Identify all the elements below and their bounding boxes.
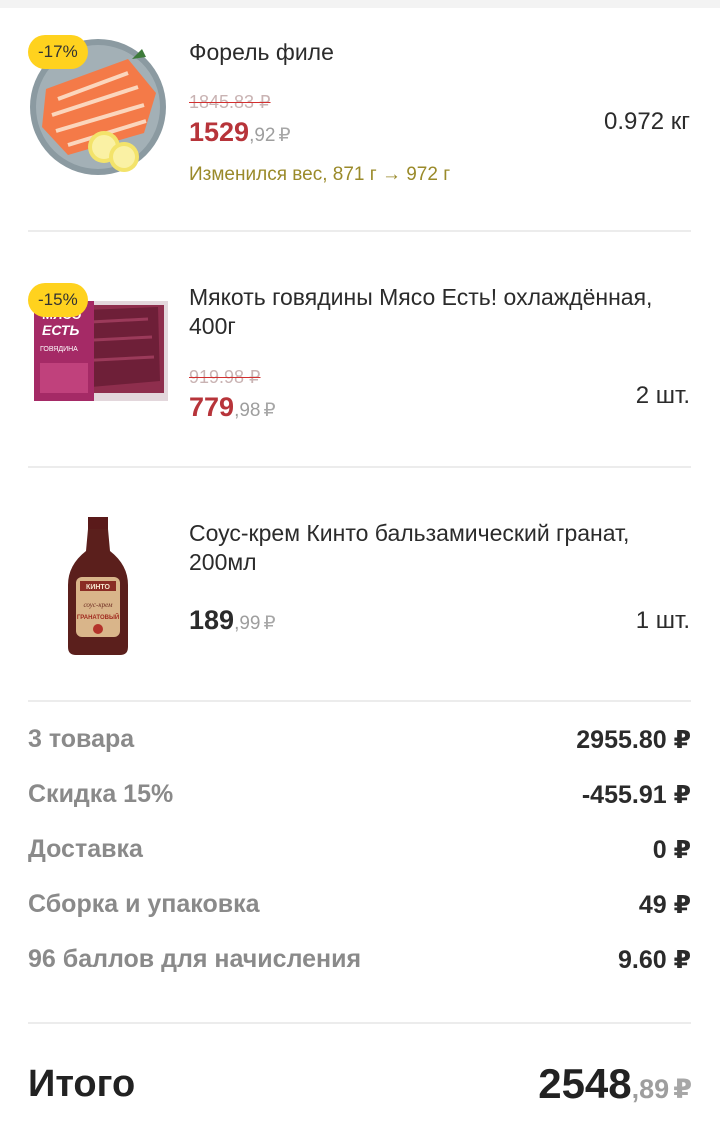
- bottle-flavor-text: ГРАНАТОВЫЙ: [77, 613, 119, 621]
- currency-sign: ₽: [263, 400, 276, 421]
- sauce-bottle-image: КИНТО соус-крем ГРАНАТОВЫЙ: [28, 515, 168, 655]
- item-title[interactable]: Соус-крем Кинто бальзамический гранат, 2…: [189, 519, 689, 577]
- summary-label: 3 товара: [28, 725, 135, 753]
- summary-bonus-points: 96 баллов для начисления 9.60 ₽: [28, 945, 691, 985]
- price-fraction: ,98: [234, 400, 261, 421]
- summary-value: 0 ₽: [652, 836, 691, 864]
- current-price: 779,98 ₽: [189, 392, 276, 423]
- total-value: 2548,89 ₽: [538, 1060, 692, 1108]
- item-title[interactable]: Мякоть говядины Мясо Есть! охлаждённая, …: [189, 283, 689, 341]
- currency-sign: ₽: [673, 1074, 692, 1104]
- cart-item-sauce[interactable]: КИНТО соус-крем ГРАНАТОВЫЙ Соус-крем Кин…: [0, 467, 720, 700]
- current-price: 189,99 ₽: [189, 605, 276, 636]
- summary-value: 9.60 ₽: [618, 946, 691, 974]
- price-fraction: ,92: [249, 125, 276, 146]
- item-quantity: 0.972 кг: [604, 108, 690, 135]
- currency-sign: ₽: [278, 125, 291, 146]
- old-price: 1845.83 ₽: [189, 92, 271, 112]
- summary-label: Доставка: [28, 835, 143, 863]
- summary-label: Сборка и упаковка: [28, 890, 260, 918]
- discount-badge: -15%: [28, 283, 88, 317]
- item-quantity: 1 шт.: [635, 607, 690, 634]
- summary-packing: Сборка и упаковка 49 ₽: [28, 890, 691, 930]
- divider: [28, 1022, 691, 1024]
- summary-value: -455.91 ₽: [581, 781, 691, 809]
- summary-items-count: 3 товара 2955.80 ₽: [28, 725, 691, 765]
- price-fraction: ,99: [234, 613, 261, 634]
- weight-change-note: Изменился вес, 871 г → 972 г: [189, 164, 451, 185]
- currency-sign: ₽: [263, 613, 276, 634]
- summary-label: Скидка 15%: [28, 780, 174, 808]
- summary-value: 2955.80 ₽: [576, 726, 691, 754]
- summary-discount: Скидка 15% -455.91 ₽: [28, 780, 691, 820]
- price-integer: 1529: [189, 117, 250, 147]
- item-quantity: 2 шт.: [635, 382, 690, 409]
- current-price: 1529,92 ₽: [189, 117, 291, 148]
- price-integer: 779: [189, 392, 235, 422]
- old-price: 919.98 ₽: [189, 367, 261, 387]
- total-fraction: ,89: [631, 1074, 670, 1104]
- package-type-text: ГОВЯДИНА: [40, 346, 78, 353]
- summary-delivery: Доставка 0 ₽: [28, 835, 691, 875]
- cart-item-beef[interactable]: МЯСО ЕСТЬ ГОВЯДИНА -15% Мякоть говядины …: [0, 231, 720, 467]
- package-brand-text-2: ЕСТЬ: [42, 322, 79, 338]
- price-integer: 189: [189, 605, 235, 635]
- bottle-brand-text: КИНТО: [86, 584, 110, 591]
- item-title[interactable]: Форель филе: [189, 38, 689, 67]
- total-label: Итого: [28, 1063, 136, 1105]
- summary-value: 49 ₽: [638, 891, 691, 919]
- summary-label: 96 баллов для начисления: [28, 945, 362, 973]
- divider: [28, 700, 691, 702]
- total-integer: 2548: [538, 1060, 632, 1107]
- bottle-type-text: соус-крем: [83, 601, 113, 609]
- discount-badge: -17%: [28, 35, 88, 69]
- cart-item-trout[interactable]: -17% Форель филе 1845.83 ₽ 1529,92 ₽ Изме…: [0, 0, 720, 230]
